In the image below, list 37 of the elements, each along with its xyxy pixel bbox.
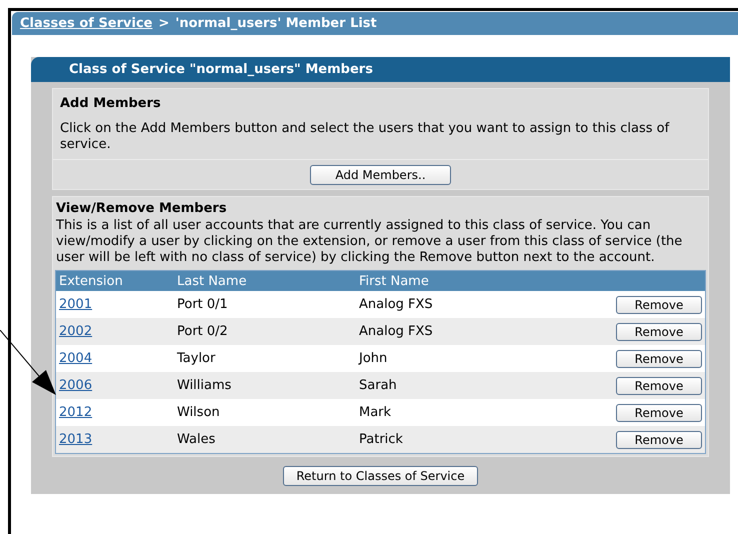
remove-button[interactable]: Remove (616, 322, 702, 340)
remove-button[interactable]: Remove (616, 376, 702, 394)
table-cell: Sarah (356, 372, 518, 399)
column-header: Extension (56, 270, 174, 291)
page-title: 'normal_users' Member List (175, 16, 377, 31)
extension-link[interactable]: 2001 (59, 297, 92, 312)
remove-button[interactable]: Remove (616, 296, 702, 314)
extension-link[interactable]: 2012 (59, 405, 92, 420)
table-cell: Port 0/1 (174, 291, 356, 318)
section-heading: View/Remove Members (55, 200, 228, 216)
table-cell: Williams (174, 372, 356, 399)
section-description: This is a list of all user accounts that are currently assigned to this class of service. You can view/modify a user by clicking on the extension, or remove a user from this class of service (the user will be left with no class of service) by clicking the Remove button next to the account. (55, 217, 684, 267)
table-cell: Analog FXS (356, 318, 518, 345)
remove-button[interactable]: Remove (616, 350, 702, 368)
breadcrumb-separator: > (158, 16, 170, 31)
extension-link[interactable]: 2002 (59, 324, 92, 339)
breadcrumb-link[interactable]: Classes of Service (20, 16, 152, 31)
table-cell: Analog FXS (356, 291, 518, 318)
table-cell: John (356, 345, 518, 372)
section-heading: Add Members (59, 95, 162, 111)
extension-link[interactable]: 2006 (59, 378, 92, 393)
add-members-button[interactable]: Add Members.. (310, 165, 451, 185)
extension-link[interactable]: 2004 (59, 351, 92, 366)
return-button[interactable]: Return to Classes of Service (283, 466, 478, 486)
table-cell: Taylor (174, 345, 356, 372)
table-cell: Wilson (174, 399, 356, 426)
panel-title: Class of Service "normal_users" Members (31, 57, 730, 82)
section-description: Click on the Add Members button and select the users that you want to assign to this class of service. (59, 120, 670, 154)
column-header: First Name (356, 270, 518, 291)
remove-button[interactable]: Remove (616, 430, 702, 448)
table-cell: Mark (356, 399, 518, 426)
extension-link[interactable]: 2013 (59, 432, 92, 447)
table-cell: Port 0/2 (174, 318, 356, 345)
table-cell: Wales (174, 426, 356, 454)
column-header: Last Name (174, 270, 356, 291)
table-cell: Patrick (356, 426, 518, 454)
remove-button[interactable]: Remove (616, 404, 702, 422)
